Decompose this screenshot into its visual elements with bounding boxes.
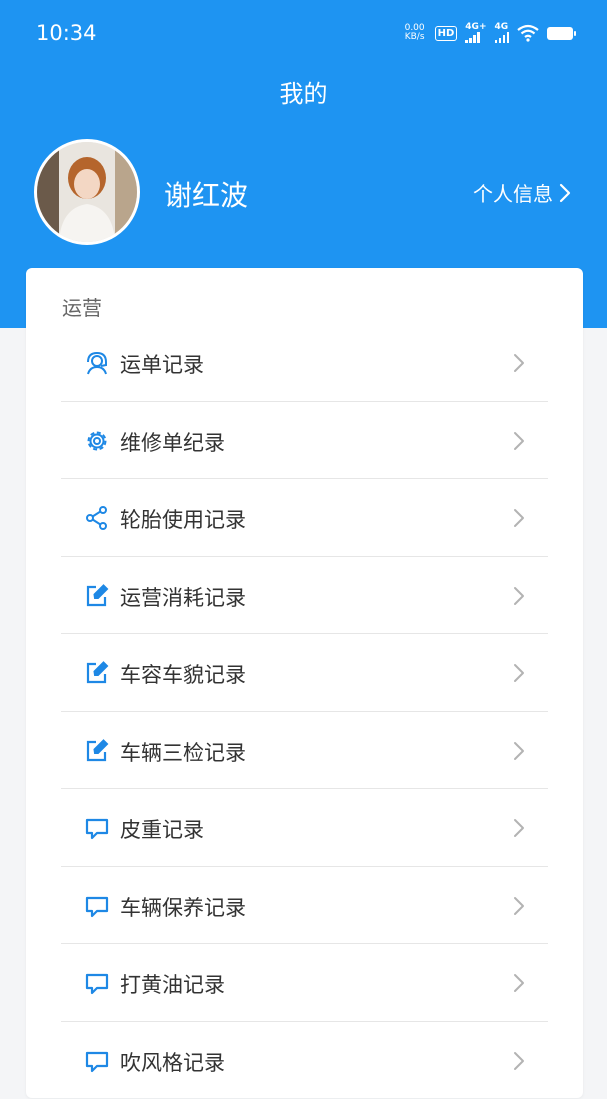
menu-item-blow-records[interactable]: 吹风格记录	[61, 1022, 548, 1099]
chevron-right-icon	[512, 352, 526, 374]
chat-icon	[84, 893, 110, 919]
profile-info-label: 个人信息	[473, 178, 553, 207]
operations-menu: 运单记录 维修单纪录 轮胎使用记录	[61, 324, 548, 1099]
operations-card: 运营 运单记录 维修单纪录	[26, 268, 583, 1098]
page-title: 我的	[0, 74, 607, 109]
chevron-right-icon	[512, 895, 526, 917]
headset-icon	[84, 350, 110, 376]
signal-sim2-icon: 4G	[495, 23, 510, 43]
chevron-right-icon	[512, 1050, 526, 1072]
menu-item-label: 皮重记录	[120, 814, 204, 844]
chat-icon	[84, 970, 110, 996]
avatar[interactable]	[34, 139, 140, 245]
network-speed: 0.00 KB/s	[403, 24, 427, 42]
chat-icon	[84, 1048, 110, 1074]
chevron-right-icon	[559, 183, 571, 203]
menu-item-repair-records[interactable]: 维修单纪录	[61, 402, 548, 480]
menu-item-tire-usage-records[interactable]: 轮胎使用记录	[61, 479, 548, 557]
status-icons: 0.00 KB/s HD 4G+ 4G	[403, 20, 573, 46]
chevron-right-icon	[512, 507, 526, 529]
menu-item-label: 车容车貌记录	[120, 659, 246, 689]
chevron-right-icon	[512, 817, 526, 839]
menu-item-label: 维修单纪录	[120, 427, 225, 457]
wifi-icon	[517, 24, 539, 42]
profile-info-link[interactable]: 个人信息	[473, 178, 571, 207]
menu-item-vehicle-appearance-records[interactable]: 车容车貌记录	[61, 634, 548, 712]
menu-item-tare-weight-records[interactable]: 皮重记录	[61, 789, 548, 867]
edit-icon	[84, 660, 110, 686]
section-title: 运营	[62, 292, 102, 321]
gear-icon	[84, 428, 110, 454]
chevron-right-icon	[512, 585, 526, 607]
chevron-right-icon	[512, 740, 526, 762]
menu-item-label: 车辆保养记录	[120, 892, 246, 922]
menu-item-label: 车辆三检记录	[120, 737, 246, 767]
edit-icon	[84, 583, 110, 609]
chevron-right-icon	[512, 430, 526, 452]
chevron-right-icon	[512, 972, 526, 994]
menu-item-three-inspection-records[interactable]: 车辆三检记录	[61, 712, 548, 790]
user-name: 谢红波	[164, 174, 248, 214]
status-bar: 10:34 0.00 KB/s HD 4G+ 4G	[0, 0, 607, 66]
menu-item-label: 轮胎使用记录	[120, 504, 246, 534]
chat-icon	[84, 815, 110, 841]
menu-item-waybill-records[interactable]: 运单记录	[61, 324, 548, 402]
menu-item-greasing-records[interactable]: 打黄油记录	[61, 944, 548, 1022]
menu-item-label: 运单记录	[120, 349, 204, 379]
hd-voice-icon: HD	[435, 26, 458, 41]
menu-item-label: 打黄油记录	[120, 969, 225, 999]
avatar-photo	[37, 142, 137, 242]
battery-icon	[547, 27, 573, 40]
status-time: 10:34	[36, 21, 97, 45]
menu-item-label: 吹风格记录	[120, 1047, 225, 1077]
menu-item-maintenance-records[interactable]: 车辆保养记录	[61, 867, 548, 945]
chevron-right-icon	[512, 662, 526, 684]
menu-item-operating-consumption-records[interactable]: 运营消耗记录	[61, 557, 548, 635]
share-icon	[84, 505, 110, 531]
menu-item-label: 运营消耗记录	[120, 582, 246, 612]
edit-icon	[84, 738, 110, 764]
signal-sim1-icon: 4G+	[465, 23, 486, 43]
